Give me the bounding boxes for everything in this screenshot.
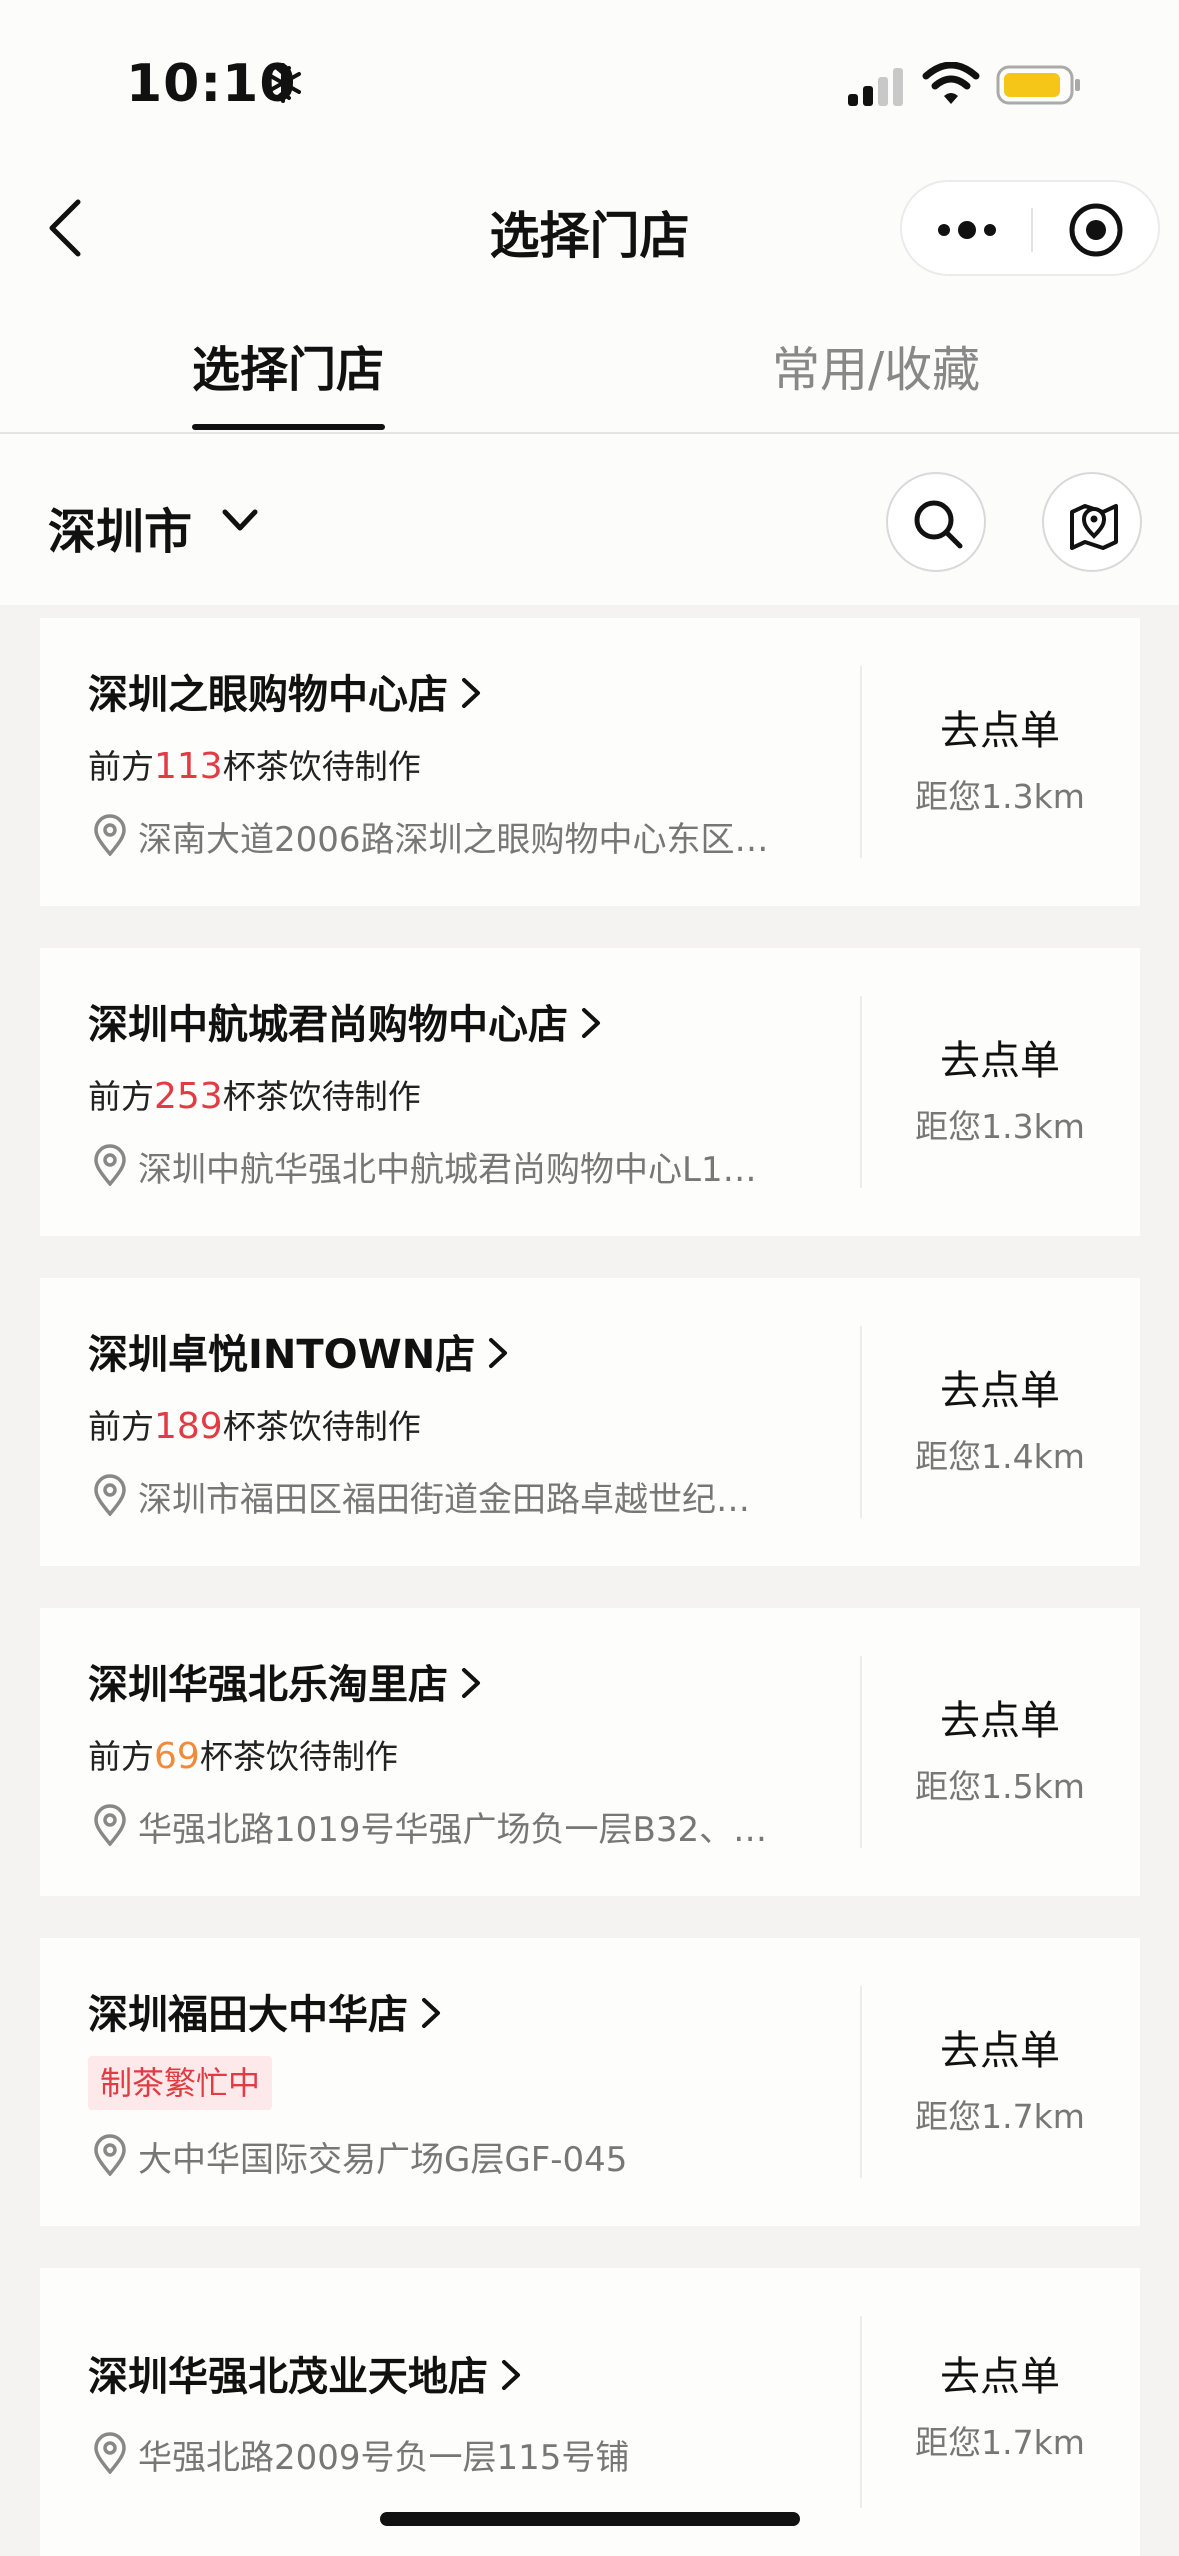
chevron-right-icon bbox=[489, 1338, 508, 1368]
order-button[interactable]: 去点单 bbox=[900, 2344, 1100, 2402]
queue-status: 前方69杯茶饮待制作 bbox=[88, 1736, 398, 1777]
store-card[interactable]: 深圳福田大中华店制茶繁忙中大中华国际交易广场G层GF-045 去点单距您1.7km bbox=[40, 1938, 1140, 2226]
store-address: 深圳市福田区福田街道金田路卓越世纪… bbox=[92, 1472, 842, 1521]
store-name[interactable]: 深圳福田大中华店 bbox=[88, 1982, 442, 2040]
queue-count: 189 bbox=[154, 1406, 223, 1447]
store-name[interactable]: 深圳之眼购物中心店 bbox=[88, 662, 482, 720]
store-card[interactable]: 深圳之眼购物中心店前方113杯茶饮待制作深南大道2006路深圳之眼购物中心东区…… bbox=[40, 618, 1140, 906]
order-button[interactable]: 去点单 bbox=[900, 2018, 1100, 2076]
store-name[interactable]: 深圳华强北茂业天地店 bbox=[88, 2344, 522, 2402]
wifi-icon bbox=[922, 62, 980, 104]
active-tab-indicator bbox=[192, 424, 385, 430]
chevron-right-icon bbox=[462, 678, 480, 708]
city-selector[interactable]: 深圳市 bbox=[48, 492, 192, 562]
snowflake-icon bbox=[265, 63, 301, 103]
store-distance: 距您1.7km bbox=[915, 2097, 1085, 2136]
order-button[interactable]: 去点单 bbox=[900, 1358, 1100, 1416]
store-distance: 距您1.4km bbox=[915, 1437, 1085, 1476]
chevron-right-icon bbox=[582, 1008, 600, 1038]
location-pin-icon bbox=[94, 1474, 126, 1516]
tab-favorites[interactable]: 常用/收藏 bbox=[772, 330, 980, 400]
store-address: 华强北路2009号负一层115号铺 bbox=[92, 2430, 842, 2479]
store-name[interactable]: 深圳卓悦INTOWN店 bbox=[88, 1322, 509, 1380]
queue-status: 前方113杯茶饮待制作 bbox=[88, 746, 421, 787]
card-divider bbox=[860, 1656, 862, 1848]
store-distance: 距您1.3km bbox=[915, 1107, 1085, 1146]
location-pin-icon bbox=[94, 1804, 126, 1846]
signal-icon bbox=[848, 68, 903, 106]
battery-icon bbox=[996, 65, 1080, 105]
search-button[interactable] bbox=[886, 472, 986, 572]
queue-status: 前方253杯茶饮待制作 bbox=[88, 1076, 421, 1117]
queue-status: 前方189杯茶饮待制作 bbox=[88, 1406, 421, 1447]
store-distance: 距您1.7km bbox=[915, 2423, 1085, 2462]
home-indicator bbox=[380, 2512, 800, 2526]
card-divider bbox=[860, 2316, 862, 2508]
store-distance: 距您1.5km bbox=[915, 1767, 1085, 1806]
queue-count: 113 bbox=[154, 746, 223, 787]
busy-badge: 制茶繁忙中 bbox=[88, 2056, 273, 2110]
card-divider bbox=[860, 996, 862, 1188]
store-distance: 距您1.3km bbox=[915, 777, 1085, 816]
close-target-icon[interactable] bbox=[1066, 200, 1126, 260]
order-button[interactable]: 去点单 bbox=[900, 1688, 1100, 1746]
search-icon bbox=[914, 500, 963, 549]
map-pin-icon bbox=[1070, 504, 1118, 550]
chevron-right-icon bbox=[422, 1998, 440, 2028]
card-divider bbox=[860, 1986, 862, 2178]
map-button[interactable] bbox=[1042, 472, 1142, 572]
tab-divider bbox=[0, 432, 1179, 434]
store-card[interactable]: 深圳卓悦INTOWN店前方189杯茶饮待制作深圳市福田区福田街道金田路卓越世纪…… bbox=[40, 1278, 1140, 1566]
location-pin-icon bbox=[94, 1144, 126, 1186]
store-name[interactable]: 深圳中航城君尚购物中心店 bbox=[88, 992, 602, 1050]
store-address: 深南大道2006路深圳之眼购物中心东区… bbox=[92, 812, 842, 861]
chevron-right-icon bbox=[502, 2360, 520, 2390]
order-button[interactable]: 去点单 bbox=[900, 1028, 1100, 1086]
mini-program-capsule bbox=[900, 180, 1160, 276]
location-pin-icon bbox=[94, 814, 126, 856]
more-icon[interactable] bbox=[936, 212, 998, 248]
store-address: 大中华国际交易广场G层GF-045 bbox=[92, 2132, 842, 2181]
capsule-divider bbox=[1031, 208, 1033, 252]
store-address: 深圳中航华强北中航城君尚购物中心L1… bbox=[92, 1142, 842, 1191]
queue-count: 253 bbox=[154, 1076, 223, 1117]
chevron-down-icon[interactable] bbox=[220, 502, 260, 538]
store-address: 华强北路1019号华强广场负一层B32、… bbox=[92, 1802, 842, 1851]
store-name[interactable]: 深圳华强北乐淘里店 bbox=[88, 1652, 482, 1710]
order-button[interactable]: 去点单 bbox=[900, 698, 1100, 756]
store-card[interactable]: 深圳华强北乐淘里店前方69杯茶饮待制作华强北路1019号华强广场负一层B32、…… bbox=[40, 1608, 1140, 1896]
card-divider bbox=[860, 1326, 862, 1518]
queue-count: 69 bbox=[154, 1736, 200, 1777]
location-pin-icon bbox=[94, 2432, 126, 2474]
card-divider bbox=[860, 666, 862, 858]
tab-select-store[interactable]: 选择门店 bbox=[192, 330, 384, 400]
store-card[interactable]: 深圳中航城君尚购物中心店前方253杯茶饮待制作深圳中航华强北中航城君尚购物中心L… bbox=[40, 948, 1140, 1236]
location-pin-icon bbox=[94, 2134, 126, 2176]
chevron-right-icon bbox=[462, 1668, 480, 1698]
